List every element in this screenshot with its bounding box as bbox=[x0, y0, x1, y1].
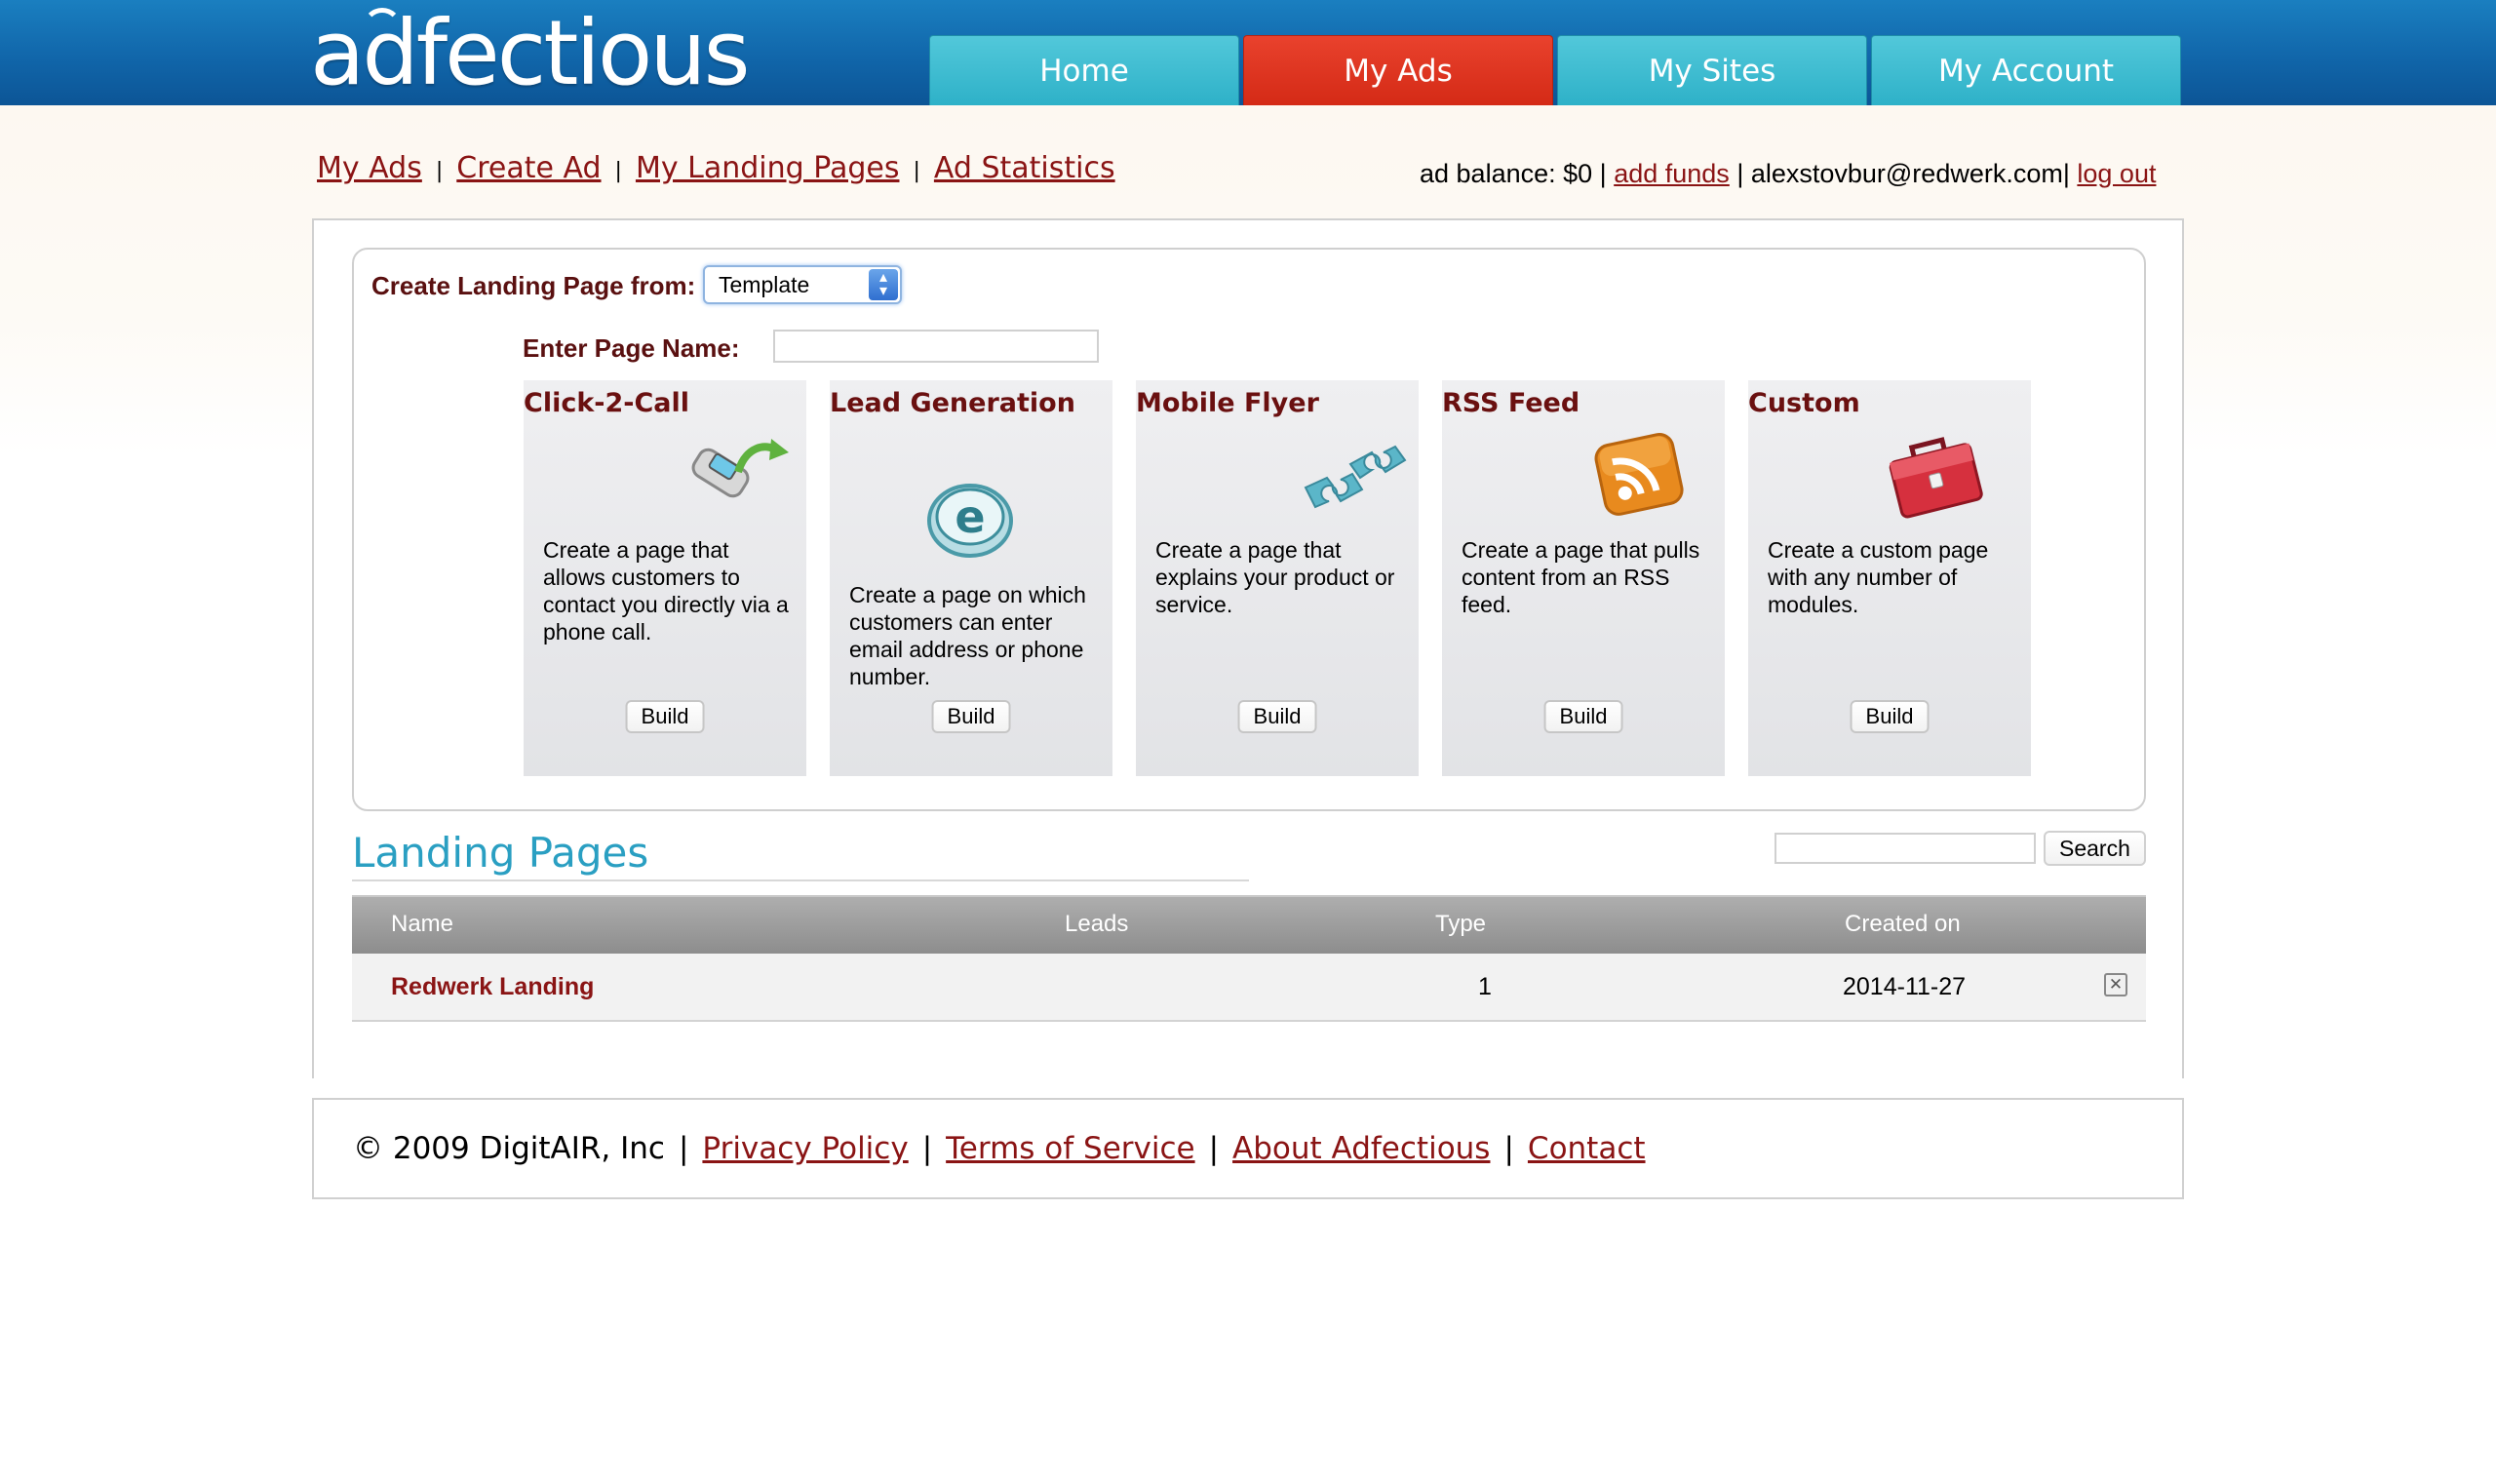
about-link[interactable]: About Adfectious bbox=[1232, 1131, 1490, 1166]
template-card-rss-feed: RSS Feed Create a page that pulls conten… bbox=[1442, 380, 1725, 776]
page-name-input[interactable] bbox=[773, 330, 1099, 363]
create-from-select[interactable]: Template ▴ ▾ bbox=[703, 265, 902, 304]
sub-nav: My Ads | Create Ad | My Landing Pages | … bbox=[317, 151, 1115, 190]
subnav-separator: | bbox=[435, 159, 444, 183]
main-nav: Home My Ads My Sites My Account bbox=[929, 35, 2181, 105]
subnav-create-ad[interactable]: Create Ad bbox=[456, 151, 601, 185]
template-title: Lead Generation bbox=[830, 388, 1075, 418]
privacy-policy-link[interactable]: Privacy Policy bbox=[702, 1131, 908, 1166]
build-button-rss-feed[interactable]: Build bbox=[1543, 700, 1623, 733]
template-description: Create a page on which customers can ent… bbox=[849, 582, 1086, 689]
template-title: Custom bbox=[1748, 388, 1860, 418]
footer-separator: | bbox=[921, 1131, 933, 1166]
main-panel: Create Landing Page from: Template ▴ ▾ En… bbox=[312, 218, 2184, 1078]
search-input[interactable] bbox=[1774, 833, 2036, 864]
column-header-name[interactable]: Name bbox=[391, 911, 453, 938]
template-title: Click-2-Call bbox=[524, 388, 690, 418]
tab-my-sites[interactable]: My Sites bbox=[1557, 35, 1867, 105]
phone-icon bbox=[691, 439, 789, 498]
email-icon: e bbox=[927, 484, 1013, 558]
tab-home[interactable]: Home bbox=[929, 35, 1239, 105]
create-from-label: Create Landing Page from: bbox=[371, 271, 696, 300]
footer-separator: | bbox=[1208, 1131, 1220, 1166]
account-bar: ad balance: $0 | add funds | alexstovbur… bbox=[1420, 159, 2156, 189]
template-description: Create a page that allows customers to c… bbox=[543, 537, 789, 644]
build-button-click-2-call[interactable]: Build bbox=[625, 700, 705, 733]
rss-icon bbox=[1594, 432, 1684, 516]
subnav-separator: | bbox=[913, 159, 920, 183]
select-arrows-icon: ▴ ▾ bbox=[869, 269, 898, 300]
template-cards: Click-2-Call Create a page that allows c… bbox=[524, 380, 2031, 776]
user-email: | alexstovbur@redwerk.com| bbox=[1736, 159, 2070, 188]
subnav-ad-statistics[interactable]: Ad Statistics bbox=[934, 151, 1115, 185]
subnav-my-landing-pages[interactable]: My Landing Pages bbox=[636, 151, 900, 185]
add-funds-link[interactable]: add funds bbox=[1614, 159, 1730, 188]
template-description: Create a page that explains your product… bbox=[1155, 537, 1395, 617]
page-name-label: Enter Page Name: bbox=[523, 333, 740, 363]
template-card-click-2-call: Click-2-Call Create a page that allows c… bbox=[524, 380, 806, 776]
logo[interactable]: adfectious bbox=[310, 2, 751, 105]
tab-my-account[interactable]: My Account bbox=[1871, 35, 2181, 105]
svg-text:e: e bbox=[955, 490, 985, 543]
tab-my-ads[interactable]: My Ads bbox=[1243, 35, 1553, 105]
terms-of-service-link[interactable]: Terms of Service bbox=[946, 1131, 1194, 1166]
column-header-leads[interactable]: Leads bbox=[1065, 911, 1128, 938]
ad-balance: ad balance: $0 | bbox=[1420, 159, 1607, 188]
build-button-lead-generation[interactable]: Build bbox=[931, 700, 1011, 733]
column-header-created[interactable]: Created on bbox=[1845, 911, 1961, 938]
template-description: Create a custom page with any number of … bbox=[1768, 537, 1989, 617]
footer-separator: | bbox=[678, 1131, 689, 1166]
row-created: 2014-11-27 bbox=[1843, 973, 1967, 1000]
row-name-link[interactable]: Redwerk Landing bbox=[391, 973, 594, 1001]
logout-link[interactable]: log out bbox=[2077, 159, 2156, 188]
template-title: RSS Feed bbox=[1442, 388, 1580, 418]
delete-icon[interactable]: ✕ bbox=[2104, 973, 2127, 996]
template-card-lead-generation: Lead Generation e Create a page on which… bbox=[830, 380, 1112, 776]
create-from-value: Template bbox=[719, 272, 810, 297]
landing-pages-table: Name Leads Type Created on Redwerk Landi… bbox=[352, 895, 2146, 1022]
column-header-type[interactable]: Type bbox=[1435, 911, 1486, 938]
table-header: Name Leads Type Created on bbox=[352, 895, 2146, 954]
subnav-my-ads[interactable]: My Ads bbox=[317, 151, 422, 185]
build-button-custom[interactable]: Build bbox=[1850, 700, 1930, 733]
search-button[interactable]: Search bbox=[2044, 831, 2146, 866]
template-card-custom: Custom Create a custom page with any num… bbox=[1748, 380, 2031, 776]
subnav-separator: | bbox=[614, 159, 622, 183]
section-divider bbox=[352, 879, 1249, 881]
footer-separator: | bbox=[1503, 1131, 1514, 1166]
template-title: Mobile Flyer bbox=[1136, 388, 1319, 418]
footer: © 2009 DigitAIR, Inc | Privacy Policy | … bbox=[312, 1098, 2184, 1199]
puzzle-icon bbox=[1304, 445, 1407, 509]
template-description: Create a page that pulls content from an… bbox=[1462, 537, 1700, 617]
copyright: © 2009 DigitAIR, Inc bbox=[353, 1131, 665, 1166]
create-landing-page-box: Create Landing Page from: Template ▴ ▾ En… bbox=[352, 248, 2146, 811]
toolbox-icon bbox=[1889, 437, 1983, 519]
table-row: Redwerk Landing 1 2014-11-27 ✕ bbox=[352, 954, 2146, 1022]
build-button-mobile-flyer[interactable]: Build bbox=[1237, 700, 1317, 733]
header: adfectious Home My Ads My Sites My Accou… bbox=[0, 0, 2496, 105]
row-type: 1 bbox=[1478, 973, 1492, 1000]
contact-link[interactable]: Contact bbox=[1528, 1131, 1646, 1166]
landing-pages-title: Landing Pages bbox=[352, 829, 649, 877]
template-card-mobile-flyer: Mobile Flyer Create a page that explains… bbox=[1136, 380, 1419, 776]
